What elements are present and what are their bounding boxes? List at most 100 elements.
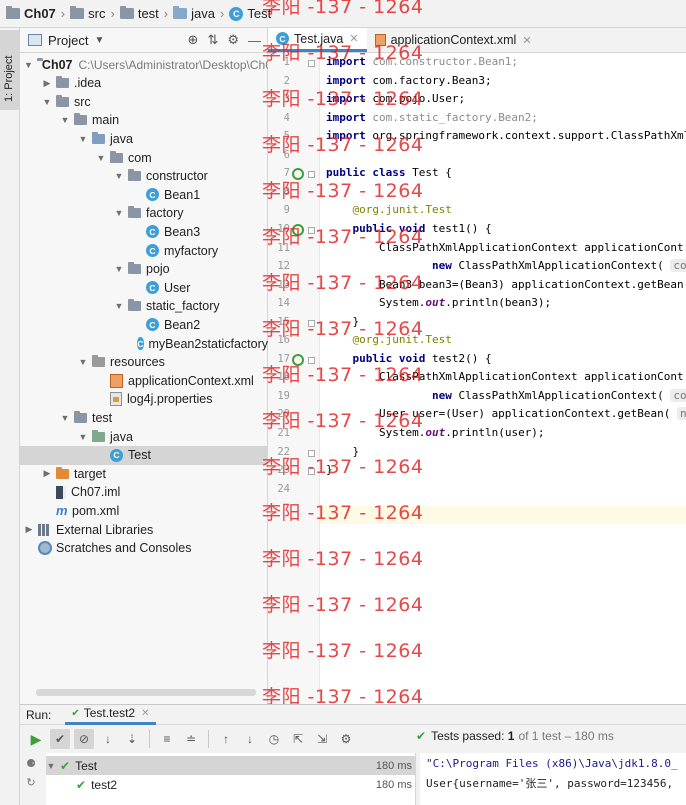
gear-icon[interactable]: ⚙ bbox=[227, 32, 239, 48]
tree-item[interactable]: ▼ main bbox=[20, 111, 268, 130]
breadcrumb-item-java[interactable]: java bbox=[173, 6, 215, 21]
run-test-gutter-icon[interactable] bbox=[292, 353, 304, 366]
tree-item[interactable]: ▼ java bbox=[20, 129, 268, 148]
chevron-down-icon[interactable]: ▼ bbox=[42, 97, 52, 107]
tree-item[interactable]: m pom.xml bbox=[20, 501, 268, 520]
test-tree-row[interactable]: ✔ test2 180 ms bbox=[46, 775, 416, 794]
chevron-down-icon[interactable]: ▼ bbox=[96, 153, 106, 163]
tree-item[interactable]: Scratches and Consoles bbox=[20, 539, 268, 558]
fold-marker-icon[interactable] bbox=[308, 468, 315, 476]
tree-item[interactable]: CmyBean2staticfactory bbox=[20, 334, 268, 353]
chevron-down-icon[interactable]: ▼ bbox=[114, 301, 124, 311]
tree-item[interactable]: ▼ factory bbox=[20, 204, 268, 223]
history-icon[interactable]: ◷ bbox=[264, 729, 284, 749]
chevron-down-icon[interactable]: ▼ bbox=[60, 115, 70, 125]
console-output[interactable]: "C:\Program Files (x86)\Java\jdk1.8.0_ U… bbox=[420, 753, 686, 805]
tree-item[interactable]: applicationContext.xml bbox=[20, 371, 268, 390]
folder-icon bbox=[173, 6, 188, 19]
scratches-icon bbox=[38, 541, 52, 556]
show-passed-icon[interactable]: ✔ bbox=[50, 729, 70, 749]
chevron-right-icon[interactable]: ▶ bbox=[24, 524, 34, 535]
tree-item[interactable]: ▶ target bbox=[20, 464, 268, 483]
next-test-icon[interactable]: ↓ bbox=[240, 729, 260, 749]
tree-item[interactable]: ▶ .idea bbox=[20, 74, 268, 93]
code-area[interactable]: import com.constructor.Bean1; import com.… bbox=[326, 53, 686, 704]
tab-application-context-xml[interactable]: applicationContext.xml ✕ bbox=[367, 28, 540, 52]
rerun-failed-icon[interactable]: ↻ bbox=[26, 776, 35, 789]
chevron-down-icon[interactable]: ▼ bbox=[24, 60, 33, 70]
chevron-down-icon[interactable]: ▼ bbox=[46, 761, 56, 771]
debug-icon[interactable]: ⚈ bbox=[26, 757, 36, 770]
chevron-down-icon[interactable]: ▼ bbox=[78, 134, 88, 144]
gear-icon[interactable]: ⚙ bbox=[336, 729, 356, 749]
line-number: 13 bbox=[277, 278, 290, 291]
hide-icon[interactable]: — bbox=[248, 33, 261, 48]
tree-item[interactable]: ▼ test bbox=[20, 408, 268, 427]
test-passed-icon: ✔ bbox=[60, 758, 71, 773]
export-icon[interactable]: ⇲ bbox=[312, 729, 332, 749]
chevron-right-icon[interactable]: ▶ bbox=[42, 468, 52, 479]
breadcrumb-item-ch07[interactable]: Ch07 bbox=[6, 6, 56, 21]
run-test-gutter-icon[interactable] bbox=[292, 168, 304, 181]
tree-item[interactable]: ▼ src bbox=[20, 92, 268, 111]
chevron-down-icon[interactable]: ▼ bbox=[60, 413, 70, 423]
tree-item[interactable]: ▼ java bbox=[20, 427, 268, 446]
tree-item[interactable]: Ch07.iml bbox=[20, 483, 268, 502]
collapse-all-icon[interactable]: ≐ bbox=[181, 729, 201, 749]
horizontal-scrollbar[interactable] bbox=[36, 689, 256, 696]
close-icon[interactable]: ✕ bbox=[522, 34, 531, 47]
tree-item[interactable]: Cmyfactory bbox=[20, 241, 268, 260]
previous-test-icon[interactable]: ↑ bbox=[216, 729, 236, 749]
fold-marker-icon[interactable] bbox=[308, 171, 315, 179]
tree-item[interactable]: C Bean2 bbox=[20, 315, 268, 334]
chevron-down-icon[interactable]: ▼ bbox=[78, 432, 88, 442]
tree-item[interactable]: C Test bbox=[20, 445, 268, 465]
tree-item[interactable]: ▼ constructor bbox=[20, 167, 268, 186]
chevron-right-icon[interactable]: ▶ bbox=[42, 78, 52, 89]
tree-item[interactable]: ▼ resources bbox=[20, 353, 268, 372]
line-number: 7 bbox=[283, 167, 290, 180]
folder-icon bbox=[119, 6, 134, 19]
breadcrumb-item-test[interactable]: test bbox=[119, 6, 159, 21]
tab-test-java[interactable]: C Test.java ✕ bbox=[268, 28, 367, 52]
project-tool-tab[interactable]: 1: Project bbox=[0, 30, 20, 110]
tree-item[interactable]: log4j.properties bbox=[20, 390, 268, 409]
sort-alpha-icon[interactable]: ↓ bbox=[98, 729, 118, 749]
show-ignored-icon[interactable]: ⊘ bbox=[74, 729, 94, 749]
rerun-icon[interactable]: ▶ bbox=[26, 729, 46, 749]
tree-item[interactable]: ▶ External Libraries bbox=[20, 520, 268, 539]
tree-item[interactable]: ▼ pojo bbox=[20, 260, 268, 279]
close-icon[interactable]: ✕ bbox=[349, 32, 358, 45]
fold-marker-icon[interactable] bbox=[308, 319, 315, 327]
import-tests-icon[interactable]: ⇱ bbox=[288, 729, 308, 749]
tree-item-label: myBean2staticfactory bbox=[148, 336, 269, 351]
run-tab-test-test2[interactable]: ✔ Test.test2 ✕ bbox=[65, 705, 156, 725]
tree-item[interactable]: C User bbox=[20, 278, 268, 297]
chevron-down-icon[interactable]: ▼ bbox=[114, 264, 124, 274]
fold-marker-icon[interactable] bbox=[308, 60, 315, 67]
fold-marker-icon[interactable] bbox=[308, 226, 315, 234]
fold-marker-icon[interactable] bbox=[308, 356, 315, 364]
tree-item[interactable]: ▼ static_factory bbox=[20, 297, 268, 316]
tree-item[interactable]: ▼ Ch07 C:\Users\Administrator\Desktop\Ch07 bbox=[20, 55, 279, 74]
tree-item[interactable]: C Bean1 bbox=[20, 185, 268, 204]
tree-item-label: main bbox=[92, 113, 120, 128]
test-tree-row[interactable]: ▼ ✔ Test 180 ms bbox=[46, 756, 416, 775]
chevron-down-icon[interactable]: ▼ bbox=[78, 357, 88, 367]
tree-item[interactable]: C Bean3 bbox=[20, 222, 268, 241]
breadcrumb-item-src[interactable]: src bbox=[70, 6, 105, 21]
tree-item[interactable]: ▼ com bbox=[20, 148, 268, 167]
sort-duration-icon[interactable]: ⇣ bbox=[122, 729, 142, 749]
close-icon[interactable]: ✕ bbox=[141, 708, 149, 719]
run-test-gutter-icon[interactable] bbox=[292, 223, 304, 236]
locate-icon[interactable]: ⊕ bbox=[188, 32, 199, 48]
expand-all-icon[interactable]: ≡ bbox=[157, 729, 177, 749]
breadcrumb-item-test-class[interactable]: C Test bbox=[229, 6, 271, 21]
chevron-down-icon[interactable]: ▼ bbox=[114, 208, 124, 218]
chevron-down-icon[interactable]: ▼ bbox=[114, 171, 124, 181]
collapse-all-icon[interactable]: ⇅ bbox=[207, 32, 218, 48]
fold-marker-icon[interactable] bbox=[308, 449, 315, 457]
editor-gutter[interactable]: 1 2 3 4 5 6 7 8 9 10 11 12 13 14 15 16 17 18 19 20 21 22 23 24 bbox=[268, 53, 320, 704]
project-view-selector[interactable]: Project bbox=[48, 33, 88, 48]
chevron-down-icon[interactable]: ▼ bbox=[94, 35, 104, 46]
